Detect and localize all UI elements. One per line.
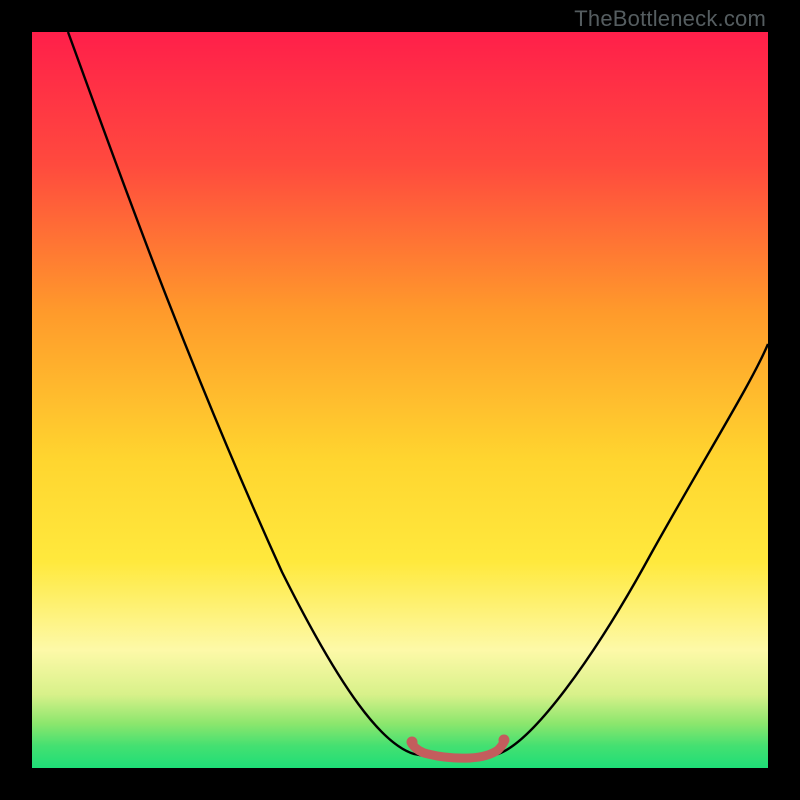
marker-start-dot [407, 737, 418, 748]
marker-end-dot [499, 735, 510, 746]
chart-frame: TheBottleneck.com [0, 0, 800, 800]
bottleneck-curve [32, 32, 768, 768]
plot-area [32, 32, 768, 768]
curve-path [68, 32, 768, 758]
watermark-text: TheBottleneck.com [574, 6, 766, 32]
optimal-range-marker [412, 742, 504, 758]
